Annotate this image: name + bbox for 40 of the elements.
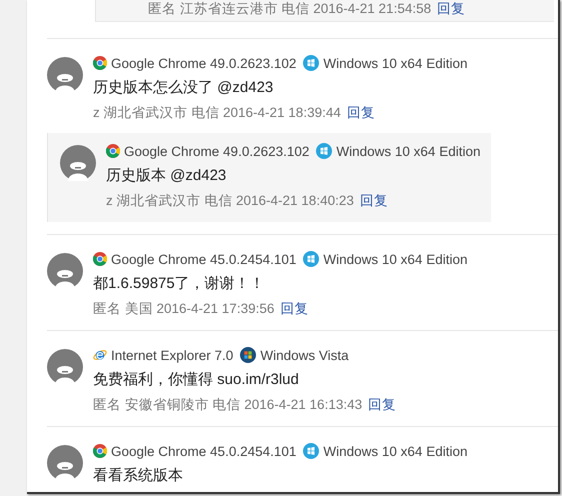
chrome-icon: [93, 252, 107, 266]
os-name: Windows Vista: [260, 348, 349, 362]
avatar-icon: [47, 57, 83, 93]
reply-link[interactable]: 回复: [360, 193, 388, 208]
internet-explorer-icon: [93, 348, 107, 362]
windows-icon: [303, 443, 320, 459]
comment-meta: 匿名 美国 2016-4-21 17:39:56: [93, 301, 274, 316]
comment-text: 历史版本怎么没了 @zd423: [93, 78, 274, 97]
chrome-icon: [93, 444, 107, 458]
reply-link[interactable]: 回复: [280, 301, 308, 316]
browser-name: Internet Explorer 7.0: [111, 348, 234, 362]
chrome-icon: [93, 56, 107, 70]
reply-link[interactable]: 回复: [346, 105, 375, 120]
reply-link[interactable]: 回复: [437, 0, 466, 18]
avatar-icon: [47, 349, 83, 385]
windows-icon: [303, 251, 320, 267]
windows-vista-icon: [240, 347, 256, 363]
browser-name: Google Chrome 49.0.2623.102: [111, 56, 296, 70]
comment-meta: 匿名 江苏省连云港市 电信 2016-4-21 21:54:58: [148, 0, 432, 18]
os-name: Windows 10 x64 Edition: [323, 56, 468, 70]
browser-name: Google Chrome 45.0.2454.101: [111, 252, 296, 266]
comment-meta: z 湖北省武汉市 电信 2016-4-21 18:39:44: [93, 105, 341, 120]
avatar-icon: [47, 445, 83, 481]
avatar-icon: [60, 145, 96, 181]
comment-text: 历史版本 @zd423: [106, 166, 228, 185]
os-name: Windows 10 x64 Edition: [323, 444, 468, 458]
windows-icon: [303, 55, 320, 71]
comment-text: 都1.6.59875了，谢谢！！: [93, 274, 266, 293]
comment-meta: z 湖北省武汉市 电信 2016-4-21 18:40:23: [106, 193, 354, 208]
comment-text: 免费福利，你懂得 suo.im/r3lud: [93, 370, 300, 389]
comment-meta: 匿名 安徽省铜陵市 电信 2016-4-21 16:13:43: [93, 397, 362, 412]
avatar-icon: [47, 253, 83, 289]
reply-link[interactable]: 回复: [368, 397, 396, 412]
os-name: Windows 10 x64 Edition: [336, 144, 480, 158]
chrome-icon: [106, 144, 120, 158]
os-name: Windows 10 x64 Edition: [323, 252, 468, 266]
comment-text: 看看系统版本: [93, 466, 184, 485]
browser-name: Google Chrome 45.0.2454.101: [111, 444, 296, 458]
browser-name: Google Chrome 49.0.2623.102: [124, 144, 310, 158]
windows-icon: [316, 143, 332, 159]
